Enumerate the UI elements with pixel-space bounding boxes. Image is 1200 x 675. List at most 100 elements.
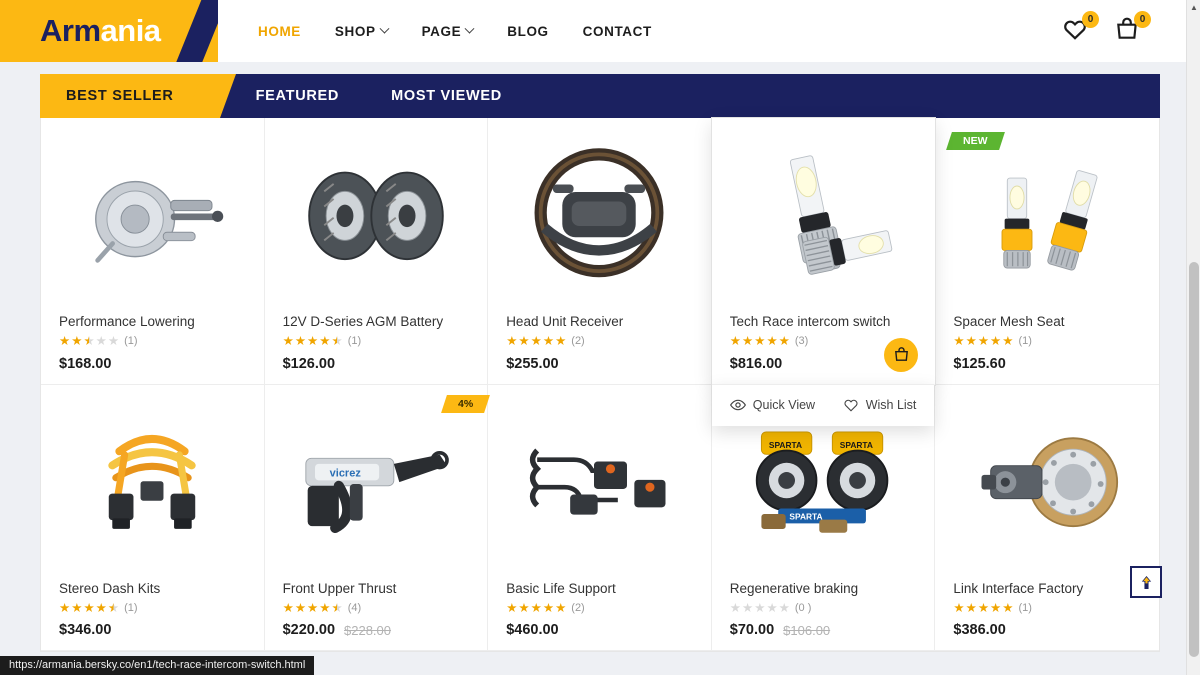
product-card[interactable]: Link Interface Factory ★ ★ ★ ★ ★ (1) $386.00: [935, 384, 1159, 651]
review-count: (3): [794, 335, 809, 348]
product-info: 12V D-Series AGM Battery ★ ★ ★ ★ ★ (1) $126.…: [265, 314, 488, 372]
product-name[interactable]: 12V D-Series AGM Battery: [283, 314, 470, 329]
product-info: Front Upper Thrust ★ ★ ★ ★ ★ (4) $220.00 $22…: [265, 581, 488, 639]
review-count: (1): [347, 335, 362, 348]
product-name[interactable]: Link Interface Factory: [953, 581, 1141, 596]
product-name[interactable]: Stereo Dash Kits: [59, 581, 246, 596]
product-image-caulk-gun[interactable]: vicrez: [265, 385, 488, 581]
discount-badge: 4%: [441, 394, 491, 413]
svg-text:SPARTA: SPARTA: [840, 440, 873, 450]
product-card[interactable]: NEW Spacer Mesh Seat ★ ★ ★ ★ ★ (1) $125.…: [935, 118, 1159, 385]
nav-label: BLOG: [507, 23, 549, 39]
wishlist-button[interactable]: 0: [1062, 11, 1099, 46]
product-old-price: $228.00: [344, 622, 392, 638]
product-card[interactable]: Performance Lowering ★ ★ ★ ★ ★ (1) $168.00: [41, 118, 265, 385]
nav-item-contact[interactable]: CONTACT: [583, 24, 652, 39]
product-price: $346.00: [59, 622, 112, 638]
new-badge-label: NEW: [963, 135, 988, 147]
rating-stars: ★ ★ ★ ★ ★ (1): [59, 600, 138, 615]
page-scrollbar[interactable]: ▲: [1186, 0, 1200, 675]
logo-text-part1: Arm: [40, 13, 101, 48]
product-name[interactable]: Front Upper Thrust: [283, 581, 470, 596]
price-row: $70.00 $106.00: [730, 622, 917, 638]
product-name[interactable]: Regenerative braking: [730, 581, 917, 596]
nav-item-blog[interactable]: BLOG: [507, 24, 548, 39]
add-to-cart-button[interactable]: [884, 337, 919, 372]
review-count: (0 ): [794, 601, 812, 614]
nav-label: CONTACT: [582, 23, 652, 39]
scrollbar-thumb[interactable]: [1189, 262, 1199, 657]
product-card[interactable]: Basic Life Support ★ ★ ★ ★ ★ (2) $460.00: [488, 384, 712, 651]
review-count: (4): [347, 601, 362, 614]
site-header: Armania HOME SHOP PAGE BLOG CONTACT 0 0: [0, 0, 1200, 62]
rating-stars: ★ ★ ★ ★ ★ (2): [506, 334, 585, 348]
rating-stars: ★ ★ ★ ★ ★ (1): [59, 334, 138, 348]
tab-most-viewed[interactable]: MOST VIEWED: [365, 74, 528, 118]
product-image-led-bulbs[interactable]: [712, 118, 935, 314]
product-info: Head Unit Receiver ★ ★ ★ ★ ★ (2) $255.00: [488, 314, 711, 372]
wish-list-button[interactable]: Wish List: [843, 398, 917, 412]
nav-item-page[interactable]: PAGE: [422, 23, 475, 39]
product-card[interactable]: Head Unit Receiver ★ ★ ★ ★ ★ (2) $255.00: [488, 118, 712, 385]
product-grid: Performance Lowering ★ ★ ★ ★ ★ (1) $168.00: [40, 118, 1160, 652]
product-image-steering-wheel[interactable]: [488, 118, 711, 314]
tab-label: FEATURED: [255, 88, 340, 104]
product-info: Spacer Mesh Seat ★ ★ ★ ★ ★ (1) $125.60: [935, 314, 1159, 372]
product-price: $255.00: [506, 355, 559, 372]
review-count: (2): [571, 601, 585, 614]
back-to-top-button[interactable]: [1130, 566, 1162, 598]
product-price: $126.00: [282, 355, 336, 372]
browser-status-bar: https://armania.bersky.co/en1/tech-race-…: [0, 656, 315, 675]
rating-stars: ★ ★ ★ ★ ★ (1): [953, 334, 1032, 348]
logo-text: Armania: [0, 0, 218, 62]
product-info: Basic Life Support ★ ★ ★ ★ ★ (2) $460.00: [488, 581, 711, 639]
tab-best-seller[interactable]: BEST SELLER: [40, 74, 212, 118]
tab-label: MOST VIEWED: [391, 88, 502, 104]
scroll-up-arrow[interactable]: ▲: [1187, 0, 1200, 14]
product-info: Regenerative braking ★ ★ ★ ★ ★ (0 ) $70.00 $…: [712, 581, 935, 639]
logo[interactable]: Armania: [0, 0, 218, 62]
nav-item-shop[interactable]: SHOP: [334, 23, 390, 39]
product-price: $220.00: [282, 622, 336, 638]
nav-label: SHOP: [334, 23, 376, 39]
product-price: $70.00: [729, 622, 775, 638]
product-card[interactable]: 4% vicrez Front Upper Thrust ★ ★ ★ ★ ★ (…: [264, 384, 491, 651]
product-image-sensor-kit[interactable]: [488, 385, 711, 581]
product-image-brake-booster[interactable]: [41, 118, 264, 314]
product-card-hovered[interactable]: Tech Race intercom switch ★ ★ ★ ★ ★ (3) $816…: [711, 118, 936, 426]
product-image-brake-rotors[interactable]: [265, 118, 488, 314]
card-hover-actions: Quick View Wish List: [711, 383, 935, 426]
product-price: $816.00: [729, 355, 783, 372]
svg-text:SPARTA: SPARTA: [789, 512, 822, 522]
product-name[interactable]: Basic Life Support: [506, 581, 693, 596]
wishlist-count-badge: 0: [1082, 11, 1099, 28]
nav-item-home[interactable]: HOME: [258, 24, 301, 39]
price-row: $255.00: [506, 356, 693, 372]
tab-label: BEST SELLER: [66, 88, 174, 104]
product-name[interactable]: Head Unit Receiver: [506, 314, 693, 329]
product-image-hub-rotor[interactable]: [935, 385, 1159, 581]
wish-list-label: Wish List: [865, 398, 917, 412]
product-price: $460.00: [506, 622, 559, 638]
arrow-up-icon: [1141, 575, 1151, 589]
product-name[interactable]: Performance Lowering: [59, 314, 246, 329]
product-image-clock-spring[interactable]: [41, 385, 264, 581]
heart-icon: [844, 399, 858, 412]
price-row: $460.00: [506, 622, 693, 638]
svg-text:SPARTA: SPARTA: [769, 440, 802, 450]
product-info: Stereo Dash Kits ★ ★ ★ ★ ★ (1) $346.00: [41, 581, 264, 639]
rating-stars: ★ ★ ★ ★ ★ (1): [282, 334, 362, 348]
price-row: $125.60: [953, 356, 1141, 372]
price-row: $168.00: [59, 356, 246, 372]
product-name[interactable]: Tech Race intercom switch: [730, 314, 917, 329]
product-price: $125.60: [953, 355, 1006, 372]
tab-featured[interactable]: FEATURED: [230, 74, 365, 118]
cart-button[interactable]: 0: [1114, 11, 1151, 46]
product-card[interactable]: 12V D-Series AGM Battery ★ ★ ★ ★ ★ (1) $126.…: [264, 118, 489, 385]
rating-stars: ★ ★ ★ ★ ★ (2): [506, 600, 585, 615]
quick-view-button[interactable]: Quick View: [729, 398, 815, 412]
product-name[interactable]: Spacer Mesh Seat: [953, 314, 1141, 329]
chevron-down-icon: [379, 23, 390, 34]
product-card[interactable]: Stereo Dash Kits ★ ★ ★ ★ ★ (1) $346.00: [41, 384, 265, 651]
cart-count-badge: 0: [1134, 11, 1151, 28]
